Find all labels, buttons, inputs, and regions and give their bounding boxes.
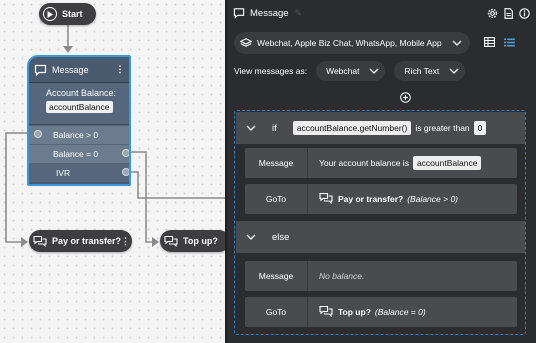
layers-icon	[240, 37, 252, 49]
variable-chip: accountBalance	[46, 101, 113, 113]
kebab-menu-icon[interactable]: ⋮	[121, 236, 130, 247]
channel-select-value: Webchat, Apple Biz Chat, WhatsApp, Mobil…	[257, 38, 442, 48]
else-keyword: else	[272, 231, 290, 243]
row-key: Message	[245, 261, 308, 291]
branch-label: Balance > 0	[53, 130, 99, 140]
variable-chip: accountBalance	[412, 156, 482, 170]
output-port[interactable]	[122, 149, 129, 157]
flow-canvas[interactable]: Start Message ⋮ Account Balance: account…	[0, 0, 228, 343]
branch-balance-gt-0[interactable]: Balance > 0	[29, 125, 129, 144]
chat-bubbles-icon	[319, 305, 333, 319]
info-icon[interactable]	[518, 7, 530, 19]
message-text: Your account balance is	[319, 158, 409, 168]
node-label: Pay or transfer?	[52, 236, 122, 246]
message-node-title: Message	[52, 64, 89, 75]
pencil-icon[interactable]: ✎	[295, 8, 303, 19]
kebab-menu-icon[interactable]: ⋮	[115, 64, 125, 75]
view-format-dropdown[interactable]: Rich Text	[394, 61, 466, 81]
message-node-body: Account Balance: accountBalance	[29, 83, 129, 125]
row-key: GoTo	[245, 297, 308, 327]
channel-select[interactable]: Webchat, Apple Biz Chat, WhatsApp, Mobil…	[234, 32, 470, 54]
goto-condition: (Balance = 0)	[374, 307, 426, 317]
condition-block: if accountBalance.getNumber() is greater…	[234, 110, 526, 335]
else-condition-row[interactable]: else	[236, 221, 525, 253]
message-properties-panel: Message ✎ Webchat, Apple Biz Chat, Whats…	[225, 0, 536, 343]
message-node-text: Account Balance:	[46, 88, 117, 98]
view-format-value: Rich Text	[404, 66, 440, 76]
if-condition-row[interactable]: if accountBalance.getNumber() is greater…	[236, 112, 525, 144]
view-channel-dropdown[interactable]: Webchat	[316, 61, 386, 81]
document-icon[interactable]	[502, 7, 514, 19]
message-node[interactable]: Message ⋮ Account Balance: accountBalanc…	[27, 55, 131, 186]
node-label: Top up?	[183, 236, 218, 246]
branch-label: IVR	[56, 168, 71, 178]
view-channel-value: Webchat	[326, 66, 360, 76]
goto-condition: (Balance > 0)	[407, 194, 458, 204]
condition-value[interactable]: 0	[473, 121, 487, 135]
top-up-node[interactable]: Top up?	[160, 230, 228, 252]
goto-target: Top up?	[338, 307, 371, 317]
output-port[interactable]	[122, 168, 129, 176]
condition-expression[interactable]: accountBalance.getNumber()	[292, 121, 412, 135]
if-goto-row[interactable]: GoTo Pay or transfer? (Balance > 0)	[245, 184, 517, 214]
panel-header: Message ✎	[227, 0, 536, 26]
branch-label: Balance = 0	[53, 149, 99, 159]
chevron-down-icon	[369, 66, 379, 76]
view-as-label: View messages as:	[234, 66, 308, 76]
message-text: No balance.	[319, 271, 365, 281]
else-message-row[interactable]: Message No balance.	[245, 261, 517, 291]
chat-bubbles-icon	[319, 192, 333, 206]
branch-balance-eq-0[interactable]: Balance = 0	[29, 144, 129, 163]
add-circle-icon[interactable]	[400, 92, 411, 103]
chat-bubble-icon	[34, 64, 47, 76]
start-node[interactable]: Start	[39, 3, 96, 25]
output-port[interactable]	[34, 130, 42, 138]
chevron-down-icon	[452, 38, 462, 48]
row-key: Message	[245, 148, 308, 178]
chevron-down-icon[interactable]	[236, 234, 266, 240]
pay-or-transfer-node[interactable]: Pay or transfer? ⋮	[29, 230, 132, 252]
start-label: Start	[62, 9, 83, 19]
goto-target: Pay or transfer?	[338, 194, 404, 204]
if-keyword: if	[272, 122, 277, 134]
condition-operator[interactable]: is greater than	[415, 123, 469, 133]
row-key: GoTo	[245, 184, 308, 214]
branch-ivr[interactable]: IVR	[29, 163, 129, 182]
chevron-down-icon[interactable]	[236, 125, 266, 131]
panel-title: Message	[250, 7, 289, 19]
table-view-icon[interactable]	[484, 37, 495, 49]
chat-bubbles-icon	[33, 235, 47, 247]
gear-icon[interactable]	[486, 7, 498, 19]
chat-bubble-icon	[233, 7, 245, 19]
play-circle-icon	[43, 7, 57, 21]
chat-bubbles-icon	[164, 235, 178, 247]
chevron-down-icon	[449, 66, 459, 76]
if-message-row[interactable]: Message Your account balance is accountB…	[245, 148, 517, 178]
else-goto-row[interactable]: GoTo Top up? (Balance = 0)	[245, 297, 517, 327]
list-view-icon[interactable]	[504, 38, 515, 49]
